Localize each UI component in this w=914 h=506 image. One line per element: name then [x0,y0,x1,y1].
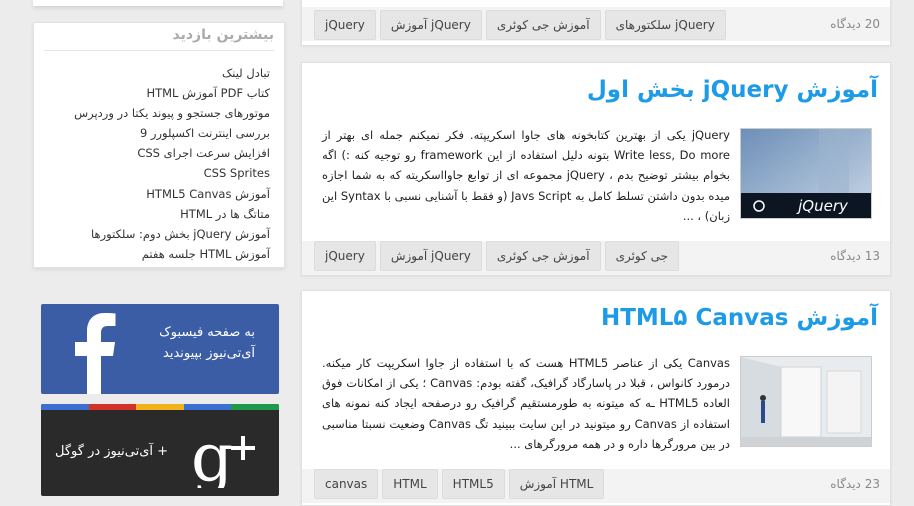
most-visited-list: تبادل لینک کتاب PDF آموزش HTML موتورهای … [74,63,270,264]
tag[interactable]: آموزش جی کوئری [485,241,601,271]
facebook-line2: آی‌تی‌نیوز بپیوندید [163,346,255,361]
post-title[interactable]: آموزش HTML۵ Canvas [601,305,878,331]
googleplus-banner[interactable]: g + آی‌تی‌نیوز در گوگل [41,404,279,496]
most-visited-link[interactable]: افزایش سرعت اجرای CSS [74,143,270,163]
thumbnail-logo-text: jQuery [796,197,849,215]
widget-divider [44,50,274,51]
tag[interactable]: سلکتورهای jQuery [604,10,726,40]
comments-count[interactable]: 20 دیدگاه [830,17,880,31]
most-visited-link[interactable]: متاتگ ها در HTML [74,204,270,224]
post-card: آموزش jQuery بخش اول jQuery jQuery یکی ا… [301,62,891,276]
comments-count[interactable]: 13 دیدگاه [830,249,880,263]
post-excerpt: Canvas یکی از عناصر HTML5 هست که با استف… [322,353,872,454]
comments-count[interactable]: 23 دیدگاه [830,477,880,491]
post-thumbnail[interactable]: jQuery [740,128,872,219]
post-footer: جی کوئری آموزش جی کوئری آموزش jQuery jQu… [302,241,890,275]
post-footer: سلکتورهای jQuery آموزش جی کوئری آموزش jQ… [302,7,890,41]
most-visited-link[interactable]: بررسی اینترنت اکسپلورر 9 [74,123,270,143]
tag[interactable]: canvas [314,469,379,499]
most-visited-widget: بیشترین بازدید تبادل لینک کتاب PDF آموزش… [33,22,285,268]
tag[interactable]: HTML [382,469,438,499]
sidebar-widget-top [33,0,283,6]
svg-text:g: g [191,419,233,488]
post-footer: آموزش HTML HTML5 HTML canvas 23 دیدگاه [302,469,890,503]
tag[interactable]: آموزش jQuery [379,241,482,271]
most-visited-title: بیشترین بازدید [172,27,274,43]
post-card: آموزش HTML۵ Canvas Canvas یکی از عناصر H… [301,290,891,506]
tag[interactable]: jQuery [314,241,376,271]
most-visited-link[interactable]: کتاب PDF آموزش HTML [74,83,270,103]
most-visited-link[interactable]: CSS Sprites [74,163,270,183]
post-thumbnail[interactable] [740,356,872,447]
most-visited-link[interactable]: تبادل لینک [74,63,270,83]
post-title[interactable]: آموزش jQuery بخش اول [587,77,878,103]
google-plus-icon: g [191,419,255,488]
post-card: سلکتورهای jQuery آموزش جی کوئری آموزش jQ… [301,0,891,46]
post-excerpt-text: Canvas یکی از عناصر HTML5 هست که با استف… [322,356,731,451]
tag-list: جی کوئری آموزش جی کوئری آموزش jQuery jQu… [314,241,680,271]
most-visited-link[interactable]: آموزش jQuery بخش دوم: سلکتورها [74,224,270,244]
most-visited-link[interactable]: آموزش HTML5 Canvas [74,184,270,204]
tag-list: سلکتورهای jQuery آموزش جی کوئری آموزش jQ… [314,10,726,40]
facebook-banner[interactable]: به صفحه فیسبوک آی‌تی‌نیوز بپیوندید [41,304,279,394]
most-visited-link[interactable]: آموزش HTML جلسه هفتم [74,244,270,264]
post-excerpt: jQuery jQuery یکی از بهترین کتابخونه های… [322,125,872,226]
most-visited-link[interactable]: موتورهای جستجو و پیوند یکتا در وردپرس [74,103,270,123]
post-excerpt-text: jQuery یکی از بهترین کتابخونه های جاوا ا… [322,128,731,223]
tag-list: آموزش HTML HTML5 HTML canvas [314,469,605,499]
facebook-f-icon [75,313,116,394]
tag[interactable]: جی کوئری [604,241,680,271]
googleplus-color-bar [41,404,279,410]
tag[interactable]: آموزش جی کوئری [485,10,601,40]
facebook-line1: به صفحه فیسبوک [159,325,255,340]
tag[interactable]: HTML5 [441,469,505,499]
tag[interactable]: jQuery [314,10,376,40]
googleplus-banner-text: + آی‌تی‌نیوز در گوگل [55,444,169,459]
facebook-banner-text: به صفحه فیسبوک آی‌تی‌نیوز بپیوندید [159,322,255,364]
tag[interactable]: آموزش HTML [508,469,605,499]
tag[interactable]: آموزش jQuery [379,10,482,40]
